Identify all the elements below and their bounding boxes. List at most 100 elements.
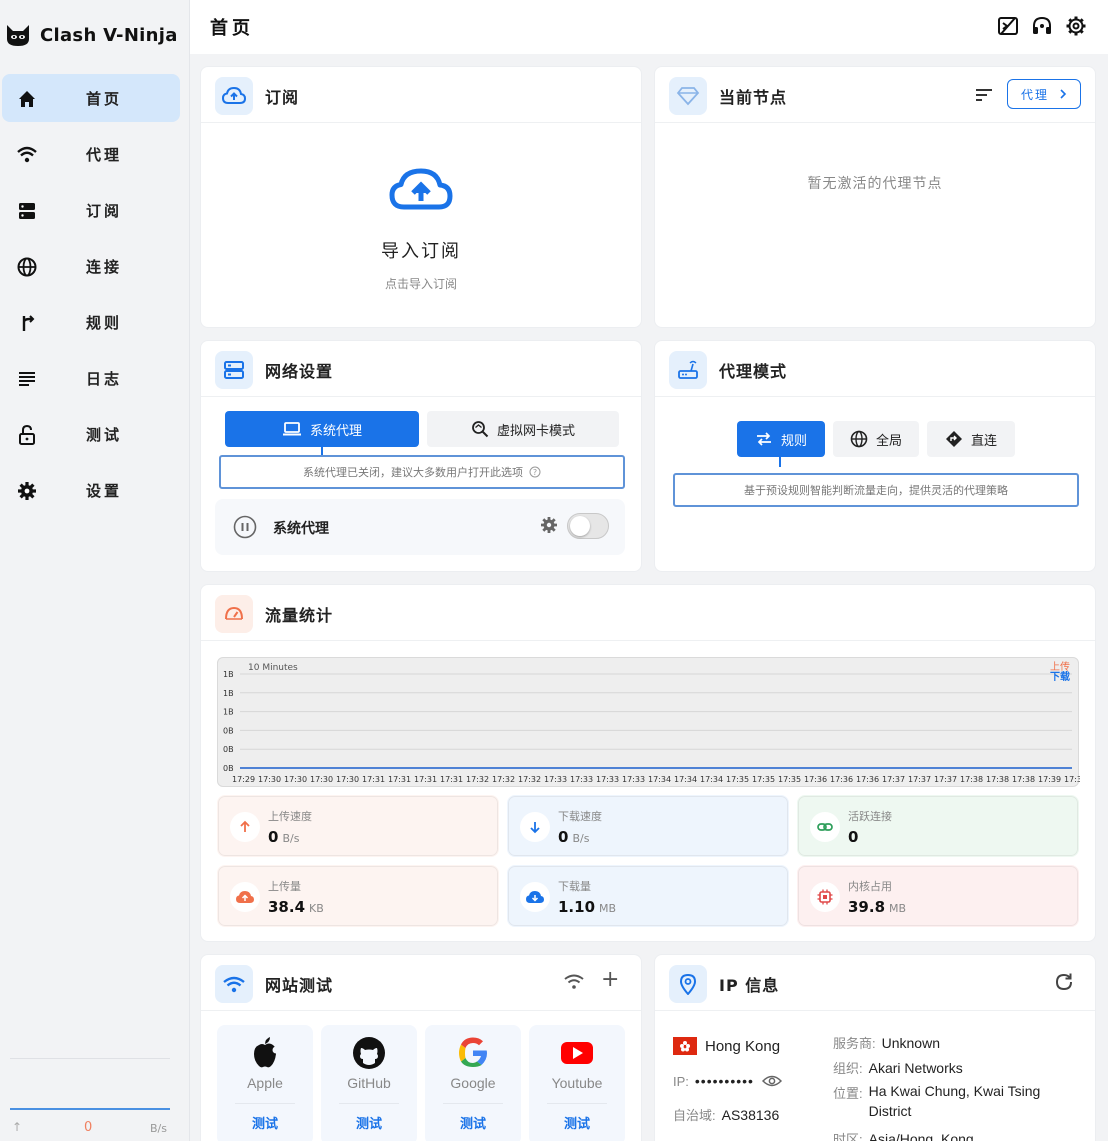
site-divider xyxy=(443,1103,503,1104)
cloud-upload-icon[interactable] xyxy=(389,167,453,211)
stat-value-wrap: 39.8 MB xyxy=(848,898,906,916)
mode-global-button[interactable]: 全局 xyxy=(833,421,919,457)
sidebar-item-home[interactable]: 首页 xyxy=(2,74,180,122)
x-tick-label: 17:30 xyxy=(258,775,281,784)
link-icon xyxy=(810,812,840,842)
sidebar-item-proxy[interactable]: 代理 xyxy=(2,130,180,178)
card-header: 当前节点 代理 xyxy=(655,67,1095,123)
stat-label: 上传速度 xyxy=(268,810,312,823)
router-header-icon xyxy=(669,351,707,389)
stat-upload-speed: 上传速度 0 B/s xyxy=(217,795,499,857)
x-tick-label: 17:38 xyxy=(986,775,1009,784)
x-tick-label: 17:30 xyxy=(284,775,307,784)
site-name: GitHub xyxy=(347,1075,391,1091)
settings-gear-icon[interactable] xyxy=(1064,14,1088,38)
wifi-icon xyxy=(17,146,37,163)
go-to-proxy-button[interactable]: 代理 xyxy=(1007,79,1081,109)
mode-system-proxy-button[interactable]: 系统代理 xyxy=(225,411,419,447)
ip-region-row: Hong Kong xyxy=(673,1037,780,1055)
system-proxy-toggle[interactable] xyxy=(567,513,609,539)
sidebar-item-settings[interactable]: 设置 xyxy=(2,466,180,514)
asn-label: 自治域: xyxy=(673,1108,716,1123)
sidebar-item-label: 设置 xyxy=(86,481,123,500)
x-tick-label: 17:32 xyxy=(466,775,489,784)
traffic-chart-svg: 10 Minutes1B1B1B0B0B0B17:29 17:30 17:30 17:… xyxy=(223,661,1080,784)
ip-timezone-row: 时区: Asia/Hong_Kong xyxy=(833,1129,974,1141)
site-test-button[interactable]: 测试 xyxy=(529,1113,625,1132)
x-tick-label: 17:34 xyxy=(674,775,697,784)
svg-text:?: ? xyxy=(533,468,537,477)
eye-icon[interactable] xyxy=(761,1074,782,1088)
diamond-header-icon xyxy=(669,77,707,115)
stat-value-wrap: 38.4 KB xyxy=(268,898,324,916)
sidebar-traffic-value: 0 xyxy=(84,1120,93,1135)
site-test-button[interactable]: 测试 xyxy=(217,1113,313,1132)
server-header-icon xyxy=(215,351,253,389)
stat-value: 0 xyxy=(558,828,569,846)
ip-info-card: IP 信息 Hong Kong IP: •••••••••• 自治域: AS381… xyxy=(654,954,1096,1141)
list-icon xyxy=(19,372,35,386)
toggle-knob xyxy=(570,516,590,536)
mode-tun-button[interactable]: 虚拟网卡模式 xyxy=(427,411,619,447)
proxy-mode-card: 代理模式 规则 全局 直连 基于预设规则智能判断流量走向，提供灵活的代理策略 xyxy=(654,340,1096,572)
stat-value: 0 xyxy=(848,828,859,846)
site-test-button[interactable]: 测试 xyxy=(321,1113,417,1132)
swap-arrows-icon xyxy=(756,432,771,446)
card-header: 流量统计 xyxy=(201,585,1095,641)
arrow-down-icon xyxy=(520,812,550,842)
card-title: 网站测试 xyxy=(265,976,334,995)
refresh-icon[interactable] xyxy=(1053,971,1075,993)
x-tick-label: 17:34 xyxy=(648,775,671,784)
sidebar-item-rules[interactable]: 规则 xyxy=(2,298,180,346)
cloud-upload-header-icon xyxy=(215,77,253,115)
mode-direct-button[interactable]: 直连 xyxy=(927,421,1015,457)
sidebar-item-connections[interactable]: 连接 xyxy=(2,242,180,290)
sidebar-item-logs[interactable]: 日志 xyxy=(2,354,180,402)
sidebar-item-label: 首页 xyxy=(86,89,123,108)
mode-label: 虚拟网卡模式 xyxy=(496,423,575,439)
x-tick-label: 17:35 xyxy=(778,775,801,784)
cloud-upload-icon xyxy=(230,882,260,912)
cloud-download-icon xyxy=(520,882,550,912)
ip-location-row: 位置: Ha Kwai Chung, Kwai Tsing District xyxy=(833,1083,1073,1121)
import-subscription-link[interactable]: 导入订阅 xyxy=(201,237,641,263)
stat-value-wrap: 0 xyxy=(848,828,862,846)
x-tick-label: 17:39 xyxy=(1064,775,1080,784)
search-network-icon xyxy=(472,421,489,438)
ip-isp-row: 服务商: Unknown xyxy=(833,1033,940,1052)
y-tick-label: 1B xyxy=(223,708,234,717)
y-tick-label: 0B xyxy=(223,764,234,773)
terminal-icon[interactable] xyxy=(996,14,1020,38)
add-site-button[interactable]: + xyxy=(601,969,621,991)
sidebar-item-test[interactable]: 测试 xyxy=(2,410,180,458)
sidebar-item-subscription[interactable]: 订阅 xyxy=(2,186,180,234)
traffic-chart: 10 Minutes 1B 1B 1B 0B 0B 0B 17:29 17:30 17:30 17:… xyxy=(217,657,1080,787)
y-tick-label: 1B xyxy=(223,670,234,679)
card-title: 当前节点 xyxy=(719,88,788,107)
x-tick-label: 17:39 xyxy=(1038,775,1061,784)
sort-icon[interactable] xyxy=(975,87,993,103)
card-header: 代理模式 xyxy=(655,341,1095,397)
stat-value-wrap: 1.10 MB xyxy=(558,898,616,916)
mode-rule-button[interactable]: 规则 xyxy=(737,421,825,457)
y-tick-label: 0B xyxy=(223,726,234,735)
card-header: 网络设置 xyxy=(201,341,641,397)
globe-icon xyxy=(17,257,37,277)
stat-active-connections: 活跃连接 0 xyxy=(797,795,1079,857)
app-name: Clash V-Ninja xyxy=(40,24,178,46)
proxy-settings-gear-icon[interactable] xyxy=(539,515,559,535)
x-tick-label: 17:34 xyxy=(700,775,723,784)
stat-unit: B/s xyxy=(282,832,300,845)
help-icon[interactable]: ? xyxy=(529,466,541,478)
x-tick-label: 17:29 xyxy=(232,775,255,784)
sidebar-item-label: 连接 xyxy=(86,257,123,276)
site-divider xyxy=(339,1103,399,1104)
x-tick-label: 17:36 xyxy=(856,775,879,784)
headset-icon[interactable] xyxy=(1030,14,1054,38)
page-title: 首页 xyxy=(210,18,254,39)
mode-connector xyxy=(779,457,781,467)
site-test-button[interactable]: 测试 xyxy=(425,1113,521,1132)
test-all-wifi-icon[interactable] xyxy=(563,971,585,991)
globe-icon xyxy=(850,430,868,448)
x-tick-label: 17:36 xyxy=(830,775,853,784)
